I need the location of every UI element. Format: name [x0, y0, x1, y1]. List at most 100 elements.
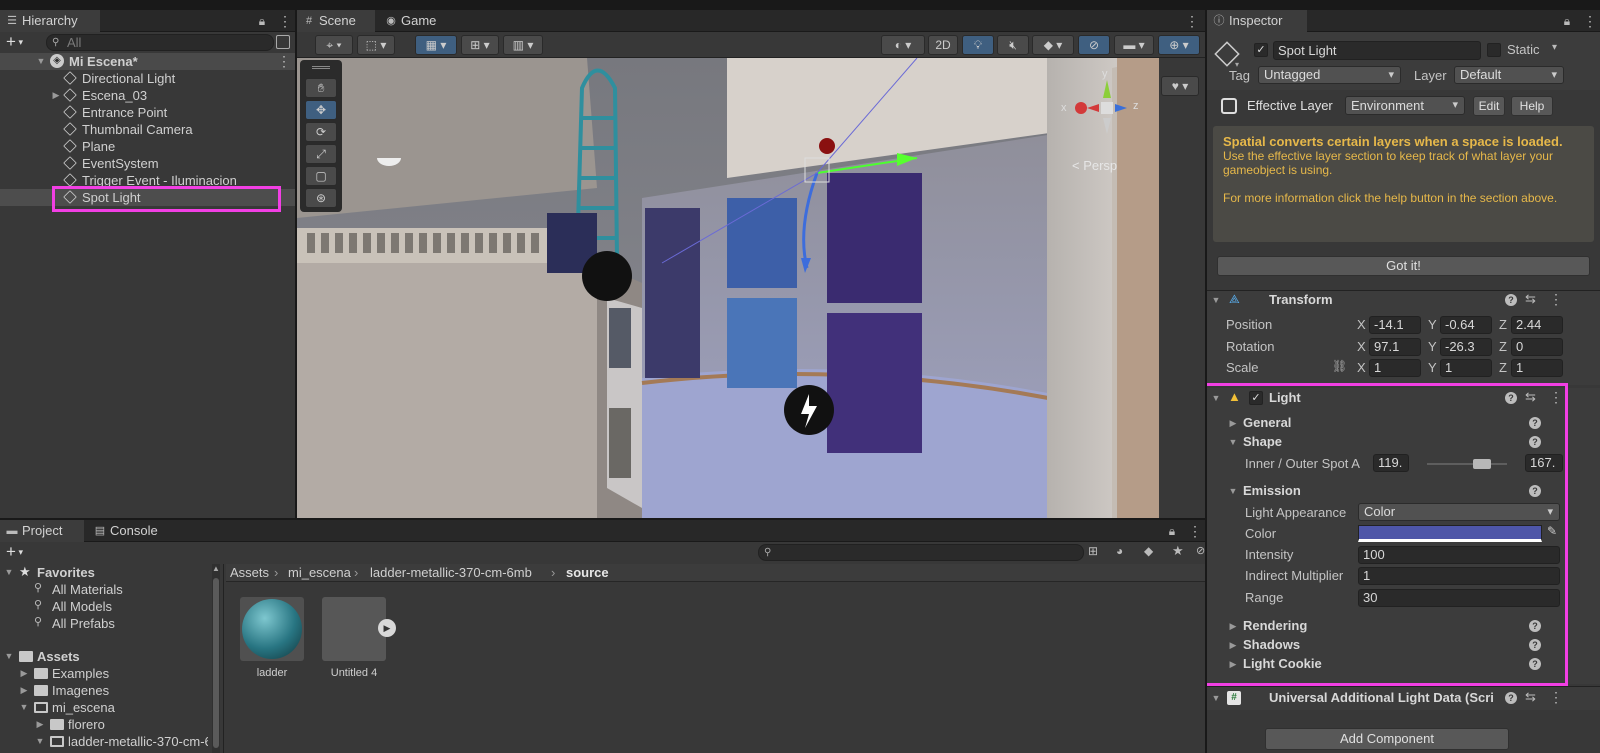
asset-ladder-material[interactable]: ladder — [240, 597, 304, 687]
ruler-button[interactable]: ▥ ▾ — [503, 35, 543, 55]
lock-icon[interactable]: 🔒︎ — [1166, 523, 1178, 539]
expand-arrow-icon[interactable]: ▼ — [36, 53, 46, 70]
kebab-menu-icon[interactable]: ⋮ — [1583, 13, 1597, 29]
urp-component-title[interactable]: Universal Additional Light Data (Scri — [1269, 690, 1501, 705]
toggle-2d-button[interactable]: 2D — [928, 35, 958, 55]
help-button[interactable]: Help — [1511, 96, 1553, 116]
snap-increment-button[interactable]: ⊞ ▾ — [461, 35, 499, 55]
favorites-label[interactable]: Favorites — [37, 564, 95, 581]
foldout-arrow-icon[interactable]: ▼ — [1211, 690, 1221, 706]
static-checkbox[interactable] — [1487, 43, 1501, 57]
rotation-x-field[interactable]: 97.1 — [1369, 338, 1421, 356]
folder-mi-escena[interactable]: mi_escena — [52, 699, 115, 716]
expand-arrow-icon[interactable]: ▼ — [19, 699, 29, 716]
lock-icon[interactable]: 🔒︎ — [1561, 13, 1573, 29]
tab-hierarchy[interactable]: ☰ Hierarchy — [0, 10, 100, 32]
tools-overlay-handle[interactable] — [312, 66, 330, 69]
hierarchy-item-entrance-point[interactable]: Entrance Point — [63, 104, 167, 121]
position-x-field[interactable]: -14.1 — [1369, 316, 1421, 334]
expand-arrow-icon[interactable]: ▶ — [19, 665, 29, 682]
tab-inspector[interactable]: ⓘ Inspector — [1207, 10, 1307, 32]
effective-layer-dropdown[interactable]: Environment — [1345, 96, 1465, 115]
tab-project[interactable]: ▬ Project — [0, 520, 84, 542]
gizmo-toggle-button[interactable]: ⌖ ▾ — [315, 35, 353, 55]
tab-scene[interactable]: # Scene — [297, 10, 375, 32]
kebab-menu-icon[interactable]: ⋮ — [1185, 13, 1199, 29]
position-z-field[interactable]: 2.44 — [1511, 316, 1563, 334]
favorite-all-materials[interactable]: All Materials — [52, 581, 123, 598]
breadcrumb-source[interactable]: source — [566, 564, 609, 582]
expand-arrow-icon[interactable]: ▼ — [35, 733, 45, 750]
camera-settings-icon[interactable]: ▬ ▾ — [1114, 35, 1154, 55]
hierarchy-item-directional-light[interactable]: Directional Light — [63, 70, 175, 87]
expand-arrow-icon[interactable]: ▼ — [4, 648, 14, 665]
position-y-field[interactable]: -0.64 — [1440, 316, 1492, 334]
folder-ladder[interactable]: ladder-metallic-370-cm-6mb — [68, 733, 208, 750]
create-dropdown-button[interactable]: + ▾ — [6, 542, 36, 562]
expand-arrow-icon[interactable]: ▼ — [4, 564, 14, 581]
hidden-objects-icon[interactable]: ⊘ — [1078, 35, 1110, 55]
kebab-icon[interactable]: ⋮ — [1549, 689, 1563, 706]
orientation-gizmo[interactable]: y x z — [1061, 68, 1147, 158]
scene-kebab-icon[interactable]: ⋮ — [277, 53, 291, 69]
constrain-proportions-icon[interactable]: ⛓ — [1332, 359, 1347, 373]
effects-toggle-icon[interactable]: ◆ ▾ — [1032, 35, 1074, 55]
search-by-type-icon[interactable]: ⊞ — [1088, 544, 1098, 558]
help-icon[interactable]: ? — [1505, 692, 1517, 704]
hierarchy-item-eventsystem[interactable]: EventSystem — [63, 155, 159, 172]
hierarchy-item-thumbnail-camera[interactable]: Thumbnail Camera — [63, 121, 193, 138]
got-it-button[interactable]: Got it! — [1217, 256, 1590, 276]
play-preview-icon[interactable]: ▶ — [378, 619, 396, 637]
rect-tool-icon[interactable]: ▢ — [305, 166, 337, 186]
active-checkbox[interactable]: ✓ — [1254, 43, 1268, 57]
lighting-toggle-icon[interactable]: 💡︎ — [962, 35, 994, 55]
gizmos-button[interactable]: ⊕ ▾ — [1158, 35, 1200, 55]
project-search-input[interactable]: ⚲ — [758, 544, 1084, 561]
tree-scrollbar[interactable]: ▲ — [212, 564, 220, 753]
kebab-menu-icon[interactable]: ⋮ — [278, 13, 292, 29]
tag-icon[interactable]: ◆ — [1144, 544, 1153, 558]
kebab-menu-icon[interactable]: ⋮ — [1188, 523, 1202, 539]
rotation-z-field[interactable]: 0 — [1511, 338, 1563, 356]
hierarchy-item-escena-03[interactable]: Escena_03 — [63, 87, 147, 104]
asset-untitled-4-model[interactable]: ▶ Untitled 4 — [322, 597, 396, 687]
foldout-arrow-icon[interactable]: ▼ — [1211, 292, 1221, 308]
expand-arrow-icon[interactable]: ▶ — [19, 682, 29, 699]
scroll-up-arrow-icon[interactable]: ▲ — [212, 564, 220, 573]
object-name-input[interactable]: Spot Light — [1273, 41, 1481, 60]
expand-arrow-icon[interactable]: ▶ — [35, 716, 45, 733]
rotation-y-field[interactable]: -26.3 — [1440, 338, 1492, 356]
projection-label[interactable]: < Persp — [1072, 158, 1117, 173]
lock-icon[interactable]: 🔒︎ — [256, 13, 268, 29]
search-by-label-icon[interactable]: ◕ — [1116, 544, 1123, 558]
hidden-packages-icon[interactable]: ⊘ — [1196, 544, 1205, 557]
folder-examples[interactable]: Examples — [52, 665, 109, 682]
shading-mode-button[interactable]: ◐ ▾ — [881, 35, 925, 55]
scale-tool-icon[interactable]: ⤢ — [305, 144, 337, 164]
favorite-all-models[interactable]: All Models — [52, 598, 112, 615]
hand-tool-icon[interactable]: ✋︎ — [305, 78, 337, 98]
kebab-icon[interactable]: ⋮ — [1549, 291, 1563, 308]
breadcrumb-ladder[interactable]: ladder-metallic-370-cm-6mb — [370, 564, 532, 582]
transform-tool-icon[interactable]: ⊛ — [305, 188, 337, 208]
scene-viewport[interactable]: ✋︎ ✥ ⟳ ⤢ ▢ ⊛ y x z < Persp — [297, 58, 1159, 518]
move-tool-icon[interactable]: ✥ — [305, 100, 337, 120]
tab-game[interactable]: ◉ Game — [379, 10, 449, 32]
breadcrumb-assets[interactable]: Assets — [230, 564, 269, 582]
static-dropdown-icon[interactable]: ▾ — [1552, 42, 1557, 53]
expand-arrow-icon[interactable]: ▶ — [51, 87, 61, 104]
breadcrumb-mi-escena[interactable]: mi_escena — [288, 564, 351, 582]
scene-row[interactable]: ▼ ◈ Mi Escena* ⋮ — [0, 53, 295, 70]
folder-florero[interactable]: florero — [68, 716, 105, 733]
tab-console[interactable]: ▤ Console — [88, 520, 172, 542]
overlay-menu-icon[interactable]: ♥ ▾ — [1161, 76, 1199, 96]
draw-mode-button[interactable]: ⬚ ▾ — [357, 35, 395, 55]
favorite-star-icon[interactable]: ★ — [1172, 543, 1184, 559]
presets-icon[interactable]: ⇆ — [1525, 689, 1536, 705]
favorite-all-prefabs[interactable]: All Prefabs — [52, 615, 115, 632]
assets-label[interactable]: Assets — [37, 648, 80, 665]
scale-y-field[interactable]: 1 — [1440, 359, 1492, 377]
layer-dropdown[interactable]: Default — [1454, 66, 1564, 84]
edit-button[interactable]: Edit — [1473, 96, 1505, 116]
hierarchy-item-plane[interactable]: Plane — [63, 138, 115, 155]
